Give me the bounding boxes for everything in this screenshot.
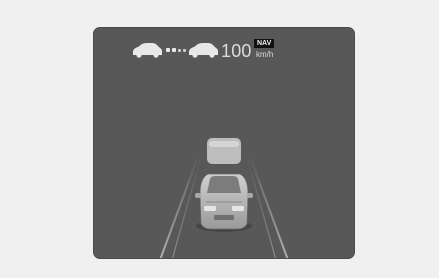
speed-unit: km/h bbox=[256, 50, 274, 59]
ego-vehicle-icon bbox=[195, 173, 253, 232]
following-distance-icon bbox=[133, 43, 218, 58]
lead-vehicle-icon bbox=[207, 138, 241, 164]
cluster-display: 100 NAV km/h bbox=[93, 27, 355, 259]
set-speed-value: 100 bbox=[221, 41, 252, 61]
cruise-status-row: 100 NAV km/h bbox=[94, 28, 354, 68]
nav-badge: NAV bbox=[254, 39, 275, 48]
page: 100 NAV km/h bbox=[0, 0, 439, 278]
